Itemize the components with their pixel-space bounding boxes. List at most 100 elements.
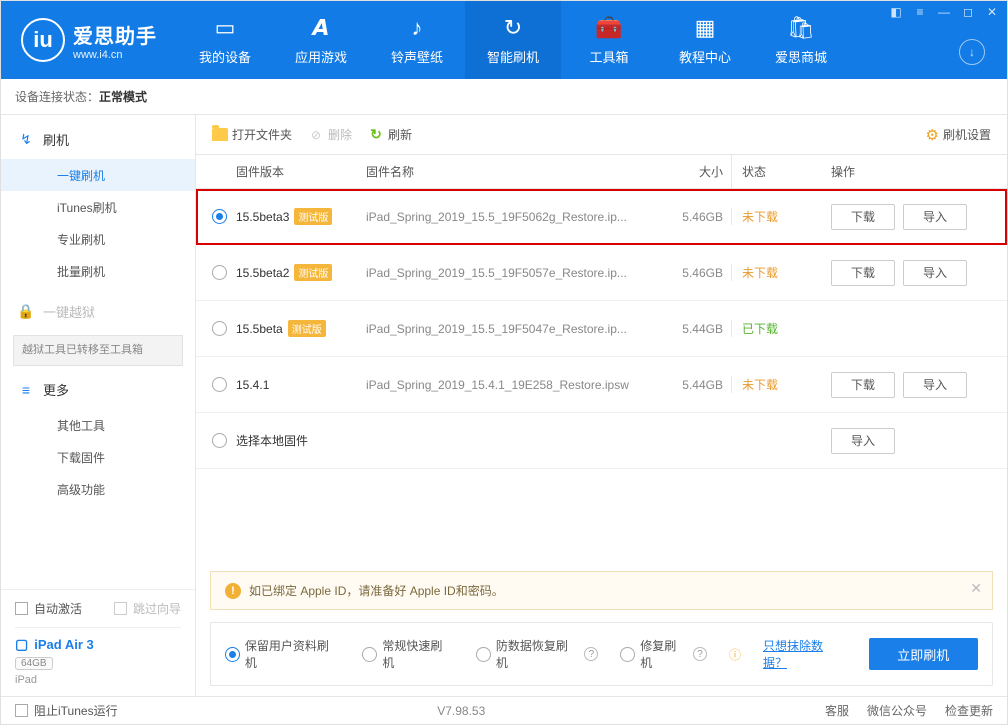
firmware-row-1[interactable]: 15.5beta2 测试版iPad_Spring_2019_15.5_19F50… (196, 245, 1007, 301)
row-radio[interactable] (212, 321, 227, 336)
window-tshirt-icon[interactable]: ◧ (889, 5, 903, 19)
firmware-row-0[interactable]: 15.5beta3 测试版iPad_Spring_2019_15.5_19F50… (196, 189, 1007, 245)
firmware-row-4[interactable]: 选择本地固件 导入 (196, 413, 1007, 469)
help-icon[interactable]: ? (693, 647, 707, 661)
auto-activate-checkbox[interactable] (15, 602, 28, 615)
beta-tag: 测试版 (294, 264, 332, 281)
block-itunes-label: 阻止iTunes运行 (34, 702, 118, 719)
nav-0[interactable]: ▭我的设备 (177, 1, 273, 79)
window-maximize-icon[interactable]: ◻ (961, 5, 975, 19)
import-button[interactable]: 导入 (903, 260, 967, 286)
opt-keep-data[interactable]: 保留用户资料刷机 (225, 637, 340, 671)
nav-1[interactable]: 𝘼应用游戏 (273, 1, 369, 79)
firmware-row-2[interactable]: 15.5beta 测试版iPad_Spring_2019_15.5_19F504… (196, 301, 1007, 357)
sidebar-group-1[interactable]: 🔒一键越狱 (1, 291, 195, 331)
import-button[interactable]: 导入 (831, 428, 895, 454)
app-version: V7.98.53 (437, 704, 485, 718)
row-radio[interactable] (212, 265, 227, 280)
firmware-version: 15.5beta3 测试版 (236, 208, 366, 225)
beta-tag: 测试版 (288, 320, 326, 337)
opt-anti-recovery[interactable]: 防数据恢复刷机? (476, 637, 598, 671)
sidebar-group-0[interactable]: ↯刷机 (1, 119, 195, 159)
firmware-version: 选择本地固件 (236, 432, 366, 449)
content-pane: 打开文件夹 ⊘ 删除 ↻ 刷新 ⚙ 刷机设置 固件版本 固件名称 大小 (196, 115, 1007, 696)
logo-icon: iu (21, 18, 65, 62)
refresh-button[interactable]: ↻ 刷新 (368, 126, 412, 143)
import-button[interactable]: 导入 (903, 372, 967, 398)
window-minimize-icon[interactable]: — (937, 5, 951, 19)
firmware-filename: iPad_Spring_2019_15.4.1_19E258_Restore.i… (366, 378, 629, 392)
notice-close-icon[interactable]: ✕ (970, 580, 982, 597)
sidebar-item-0-0[interactable]: 一键刷机 (1, 159, 195, 191)
download-button[interactable]: 下载 (831, 260, 895, 286)
col-ops: 操作 (821, 163, 991, 180)
skip-guide-checkbox[interactable] (114, 602, 127, 615)
firmware-filename: iPad_Spring_2019_15.5_19F5057e_Restore.i… (366, 266, 627, 280)
row-radio[interactable] (212, 433, 227, 448)
nav-icon: 🧰 (595, 15, 622, 41)
opt-repair[interactable]: 修复刷机? (620, 637, 707, 671)
col-status: 状态 (731, 155, 821, 188)
sidebar-item-0-2[interactable]: 专业刷机 (1, 223, 195, 255)
flash-settings-button[interactable]: ⚙ 刷机设置 (926, 126, 991, 144)
sidebar-item-2-0[interactable]: 其他工具 (1, 410, 195, 442)
firmware-status: 未下载 (742, 266, 778, 280)
gear-icon: ⚙ (926, 126, 939, 144)
help-icon[interactable]: ? (584, 647, 598, 661)
device-name: iPad Air 3 (34, 637, 93, 652)
sidebar-group-2[interactable]: ≡更多 (1, 370, 195, 410)
window-close-icon[interactable]: ✕ (985, 5, 999, 19)
device-type: iPad (15, 674, 181, 686)
table-header: 固件版本 固件名称 大小 状态 操作 (196, 155, 1007, 189)
nav-4[interactable]: 🧰工具箱 (561, 1, 657, 79)
firmware-status: 未下载 (742, 378, 778, 392)
main-area: ↯刷机一键刷机iTunes刷机专业刷机批量刷机🔒一键越狱越狱工具已转移至工具箱≡… (1, 115, 1007, 696)
device-info: ▢ iPad Air 3 64GB iPad (15, 627, 181, 686)
row-radio[interactable] (212, 377, 227, 392)
delete-button: ⊘ 删除 (308, 126, 352, 143)
nav-icon: 🛍 (787, 15, 815, 41)
status-prefix: 设备连接状态： (15, 88, 99, 105)
flash-options-bar: 保留用户资料刷机 常规快速刷机 防数据恢复刷机? 修复刷机? ⓘ 只想抹除数据？… (210, 622, 993, 686)
firmware-size: 5.46GB (682, 210, 723, 224)
firmware-version: 15.5beta 测试版 (236, 320, 366, 337)
col-name: 固件名称 (366, 163, 655, 180)
download-indicator-icon[interactable]: ↓ (959, 39, 985, 65)
footer-link-2[interactable]: 检查更新 (945, 702, 993, 719)
import-button[interactable]: 导入 (903, 204, 967, 230)
footer-link-0[interactable]: 客服 (825, 702, 849, 719)
folder-icon (212, 128, 228, 141)
open-folder-button[interactable]: 打开文件夹 (212, 126, 292, 143)
firmware-status: 未下载 (742, 210, 778, 224)
firmware-table: 15.5beta3 测试版 iPad_Spring_2019_15.5_19F50… (196, 189, 1007, 469)
block-itunes-checkbox[interactable] (15, 704, 28, 717)
app-title: 爱思助手 (73, 20, 157, 49)
download-button[interactable]: 下载 (831, 372, 895, 398)
sidebar-item-2-2[interactable]: 高级功能 (1, 474, 195, 506)
nav-6[interactable]: 🛍爱思商城 (753, 1, 849, 79)
nav-5[interactable]: ▦教程中心 (657, 1, 753, 79)
download-button[interactable]: 下载 (831, 204, 895, 230)
erase-only-link[interactable]: 只想抹除数据？ (763, 637, 847, 671)
nav-3[interactable]: ↻智能刷机 (465, 1, 561, 79)
skip-guide-label: 跳过向导 (133, 600, 181, 617)
window-menu-icon[interactable]: ≡ (913, 5, 927, 19)
flash-now-button[interactable]: 立即刷机 (869, 638, 978, 670)
nav-2[interactable]: ♪铃声壁纸 (369, 1, 465, 79)
auto-activate-label: 自动激活 (34, 600, 82, 617)
sidebar-item-0-1[interactable]: iTunes刷机 (1, 191, 195, 223)
firmware-row-3[interactable]: 15.4.1iPad_Spring_2019_15.4.1_19E258_Res… (196, 357, 1007, 413)
status-mode: 正常模式 (99, 88, 147, 105)
opt-normal[interactable]: 常规快速刷机 (362, 637, 454, 671)
footer-link-1[interactable]: 微信公众号 (867, 702, 927, 719)
more-icon: ≡ (17, 382, 35, 398)
footer-bar: 阻止iTunes运行 V7.98.53 客服 微信公众号 检查更新 (1, 696, 1007, 724)
nav-icon: ▭ (215, 15, 236, 41)
sidebar-item-0-3[interactable]: 批量刷机 (1, 255, 195, 287)
delete-icon: ⊘ (308, 127, 324, 143)
app-header: iu 爱思助手 www.i4.cn ▭我的设备𝘼应用游戏♪铃声壁纸↻智能刷机🧰工… (1, 1, 1007, 79)
row-radio[interactable] (212, 209, 227, 224)
sidebar: ↯刷机一键刷机iTunes刷机专业刷机批量刷机🔒一键越狱越狱工具已转移至工具箱≡… (1, 115, 196, 696)
sidebar-item-2-1[interactable]: 下载固件 (1, 442, 195, 474)
firmware-size: 5.44GB (682, 322, 723, 336)
